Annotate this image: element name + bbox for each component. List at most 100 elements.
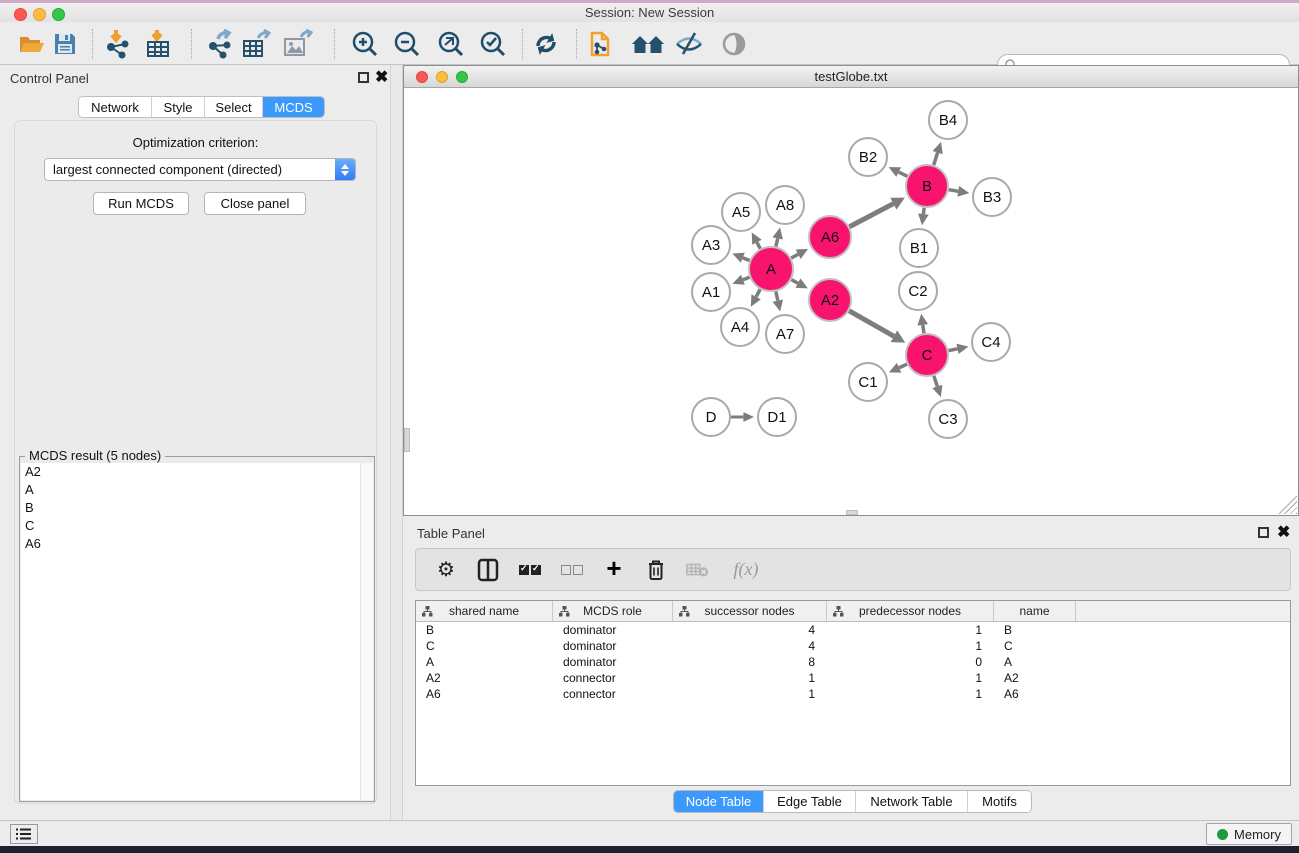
tab-mcds[interactable]: MCDS — [263, 97, 324, 117]
task-history-button[interactable] — [10, 824, 38, 844]
edge-A-A6[interactable] — [791, 254, 798, 258]
table-cell[interactable]: 4 — [673, 623, 827, 637]
edge-A2-C[interactable] — [849, 311, 894, 336]
edge-C-C3[interactable] — [934, 376, 937, 387]
close-panel-icon[interactable]: ✖ — [375, 67, 388, 87]
column-header-MCDS-role[interactable]: MCDS role — [553, 601, 673, 621]
hide-details-icon[interactable] — [674, 29, 704, 59]
table-cell[interactable]: A6 — [416, 687, 553, 701]
edge-B-B3[interactable] — [949, 190, 959, 192]
zoom-fit-icon[interactable] — [436, 29, 466, 59]
table-cell[interactable]: A — [416, 655, 553, 669]
run-mcds-button[interactable]: Run MCDS — [93, 192, 189, 215]
table-cell[interactable]: A6 — [994, 687, 1076, 701]
network-canvas[interactable]: AA1A2A3A4A5A6A7A8BB1B2B3B4CC1C2C3C4DD1 — [404, 88, 1298, 515]
table-cell[interactable]: dominator — [553, 655, 673, 669]
result-list-item[interactable]: A6 — [21, 535, 360, 553]
tab-select[interactable]: Select — [205, 97, 263, 117]
table-row[interactable]: A6connector11A6 — [416, 686, 1290, 702]
table-cell[interactable]: 0 — [827, 655, 994, 669]
table-row[interactable]: Bdominator41B — [416, 622, 1290, 638]
zoom-out-icon[interactable] — [392, 29, 422, 59]
result-list-scrollbar[interactable] — [360, 463, 373, 800]
export-table-icon[interactable] — [242, 29, 272, 59]
edge-A-A1[interactable] — [743, 277, 750, 280]
import-network-icon[interactable] — [103, 29, 133, 59]
zoom-selected-icon[interactable] — [478, 29, 508, 59]
vertical-splitter[interactable] — [390, 65, 403, 820]
column-header-predecessor-nodes[interactable]: predecessor nodes — [827, 601, 994, 621]
table-cell[interactable]: 1 — [827, 623, 994, 637]
table-row[interactable]: A2connector11A2 — [416, 670, 1290, 686]
result-list-item[interactable]: B — [21, 499, 360, 517]
table-cell[interactable]: B — [416, 623, 553, 637]
import-table-icon[interactable] — [143, 29, 173, 59]
table-cell[interactable]: 1 — [673, 671, 827, 685]
table-row[interactable]: Cdominator41C — [416, 638, 1290, 654]
edge-C-C2[interactable] — [923, 325, 924, 333]
delete-column-icon[interactable] — [644, 557, 668, 583]
edge-A-A4[interactable] — [756, 289, 760, 297]
memory-button[interactable]: Memory — [1206, 823, 1292, 845]
table-cell[interactable]: 1 — [827, 687, 994, 701]
table-cell[interactable]: dominator — [553, 639, 673, 653]
edge-C-C4[interactable] — [949, 349, 958, 351]
select-all-checkboxes-icon[interactable] — [518, 557, 542, 583]
table-row[interactable]: Adominator80A — [416, 654, 1290, 670]
save-session-icon[interactable] — [50, 29, 80, 59]
tab-network[interactable]: Network — [79, 97, 152, 117]
result-list-item[interactable]: A2 — [21, 463, 360, 481]
table-cell[interactable]: 4 — [673, 639, 827, 653]
edge-A-A8[interactable] — [776, 238, 778, 246]
table-cell[interactable]: 1 — [827, 639, 994, 653]
export-image-icon[interactable] — [283, 29, 313, 59]
result-list-item[interactable]: C — [21, 517, 360, 535]
close-table-panel-icon[interactable]: ✖ — [1277, 522, 1290, 542]
table-cell[interactable]: C — [416, 639, 553, 653]
edge-C-C1[interactable] — [899, 364, 907, 368]
canvas-left-scrollbar[interactable] — [404, 428, 410, 452]
table-cell[interactable]: connector — [553, 687, 673, 701]
table-cell[interactable]: 8 — [673, 655, 827, 669]
tab-motifs[interactable]: Motifs — [968, 791, 1031, 812]
table-cell[interactable]: 1 — [827, 671, 994, 685]
home-icon[interactable] — [630, 29, 666, 59]
refresh-layout-icon[interactable] — [531, 29, 561, 59]
table-cell[interactable]: B — [994, 623, 1076, 637]
export-network-icon[interactable] — [205, 29, 235, 59]
column-header-successor-nodes[interactable]: successor nodes — [673, 601, 827, 621]
column-header-shared-name[interactable]: shared name — [416, 601, 553, 621]
edge-A-A5[interactable] — [757, 242, 760, 248]
optimization-criterion-dropdown[interactable]: largest connected component (directed) — [44, 158, 356, 181]
column-header-name[interactable]: name — [994, 601, 1076, 621]
canvas-bottom-scrollbar[interactable] — [846, 510, 858, 515]
edge-B-B2[interactable] — [899, 172, 908, 176]
show-details-icon[interactable] — [719, 29, 749, 59]
tab-style[interactable]: Style — [152, 97, 205, 117]
edge-B-B4[interactable] — [934, 153, 938, 165]
edge-A-A7[interactable] — [776, 291, 778, 300]
edge-B-B1[interactable] — [923, 208, 924, 214]
gear-icon[interactable]: ⚙ — [434, 557, 458, 583]
table-cell[interactable]: A — [994, 655, 1076, 669]
table-cell[interactable]: A2 — [416, 671, 553, 685]
columns-icon[interactable] — [476, 557, 500, 583]
tab-node-table[interactable]: Node Table — [674, 791, 764, 812]
table-cell[interactable]: A2 — [994, 671, 1076, 685]
table-cell[interactable]: C — [994, 639, 1076, 653]
network-window-titlebar[interactable]: testGlobe.txt — [404, 66, 1298, 88]
float-panel-icon[interactable] — [358, 72, 369, 83]
edge-A6-B[interactable] — [849, 204, 893, 227]
table-cell[interactable]: dominator — [553, 623, 673, 637]
tab-edge-table[interactable]: Edge Table — [764, 791, 856, 812]
close-panel-button[interactable]: Close panel — [204, 192, 306, 215]
edge-A-A2[interactable] — [791, 280, 798, 283]
tab-network-table[interactable]: Network Table — [856, 791, 968, 812]
deselect-all-checkboxes-icon[interactable] — [560, 557, 584, 583]
table-cell[interactable]: connector — [553, 671, 673, 685]
open-session-icon[interactable] — [17, 29, 47, 59]
zoom-in-icon[interactable] — [350, 29, 380, 59]
edge-A-A3[interactable] — [743, 258, 750, 261]
result-list-item[interactable]: A — [21, 481, 360, 499]
float-table-panel-icon[interactable] — [1258, 527, 1269, 538]
